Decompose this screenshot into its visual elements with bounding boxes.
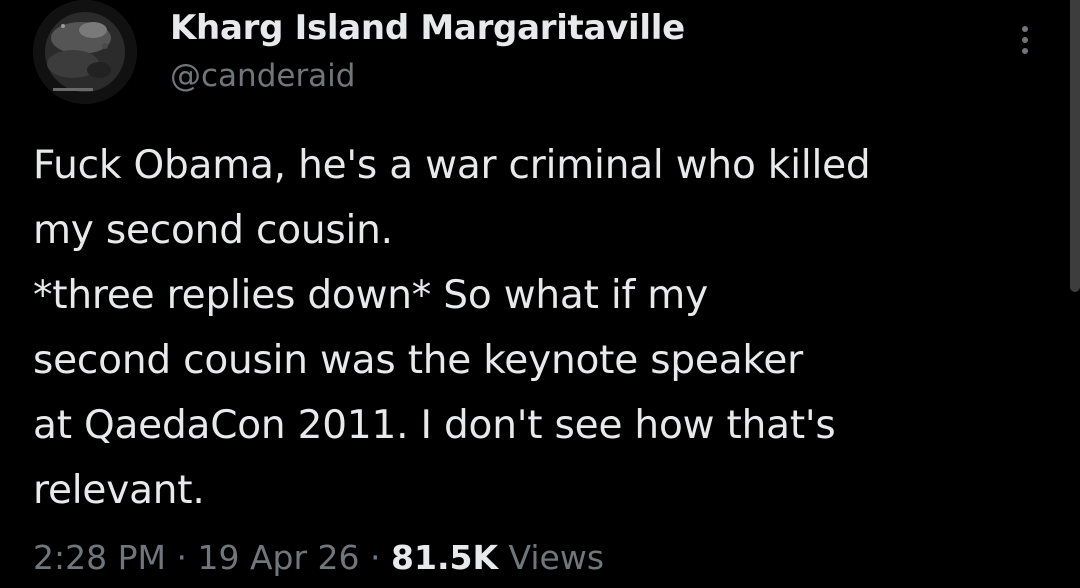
scrollbar[interactable] xyxy=(1070,0,1080,292)
tweet: Kharg Island Margaritaville @canderaid F… xyxy=(0,0,1080,588)
more-dot xyxy=(1022,37,1028,43)
tweet-time[interactable]: 2:28 PM xyxy=(33,538,166,577)
more-dot xyxy=(1022,26,1028,32)
views-count[interactable]: 81.5K xyxy=(391,538,498,577)
more-dot xyxy=(1022,48,1028,54)
author-handle[interactable]: @canderaid xyxy=(170,58,355,94)
more-vertical-icon[interactable] xyxy=(1010,26,1040,66)
avatar-image xyxy=(33,0,137,104)
meta-separator: · xyxy=(176,538,187,577)
meta-separator: · xyxy=(370,538,381,577)
views-label[interactable]: Views xyxy=(509,538,605,577)
tweet-text: Fuck Obama, he's a war criminal who kill… xyxy=(33,143,871,513)
author-display-name[interactable]: Kharg Island Margaritaville xyxy=(170,8,685,48)
avatar[interactable] xyxy=(33,0,137,104)
tweet-meta: 2:28 PM · 19 Apr 26 · 81.5K Views xyxy=(33,538,604,577)
tweet-date[interactable]: 19 Apr 26 xyxy=(197,538,359,577)
